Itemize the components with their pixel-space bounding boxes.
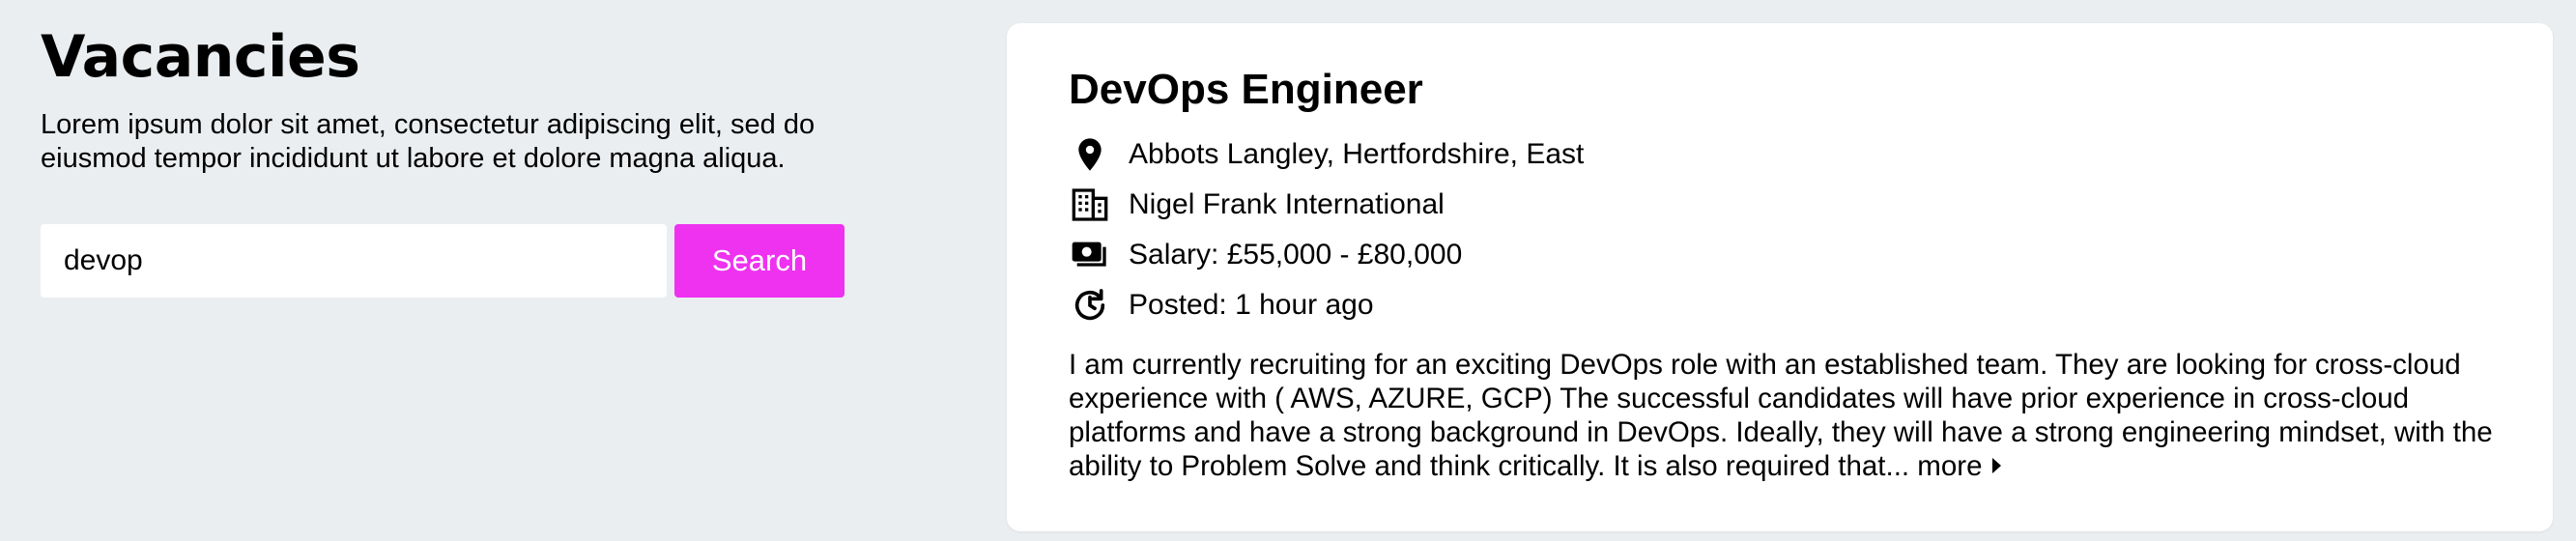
more-label: more bbox=[1917, 450, 1983, 482]
job-title[interactable]: DevOps Engineer bbox=[1069, 62, 2491, 118]
job-location-text: Abbots Langley, Hertfordshire, East bbox=[1129, 138, 1585, 170]
job-meta: Abbots Langley, Hertfordshire, East Nige… bbox=[1069, 129, 2491, 330]
job-card[interactable]: DevOps Engineer Abbots Langley, Hertford… bbox=[1007, 23, 2553, 531]
job-description-text: I am currently recruiting for an excitin… bbox=[1069, 349, 2493, 482]
caret-right-icon bbox=[1991, 458, 2001, 474]
building-icon bbox=[1069, 184, 1111, 226]
job-description: I am currently recruiting for an excitin… bbox=[1069, 348, 2499, 483]
page-title: Vacancies bbox=[41, 23, 360, 91]
map-pin-icon bbox=[1069, 133, 1111, 176]
job-salary: Salary: £55,000 - £80,000 bbox=[1069, 230, 2491, 280]
job-company: Nigel Frank International bbox=[1069, 180, 2491, 230]
clock-icon bbox=[1069, 284, 1111, 327]
more-link[interactable]: more bbox=[1917, 450, 2001, 482]
job-posted-text: Posted: 1 hour ago bbox=[1129, 289, 1374, 321]
job-salary-text: Salary: £55,000 - £80,000 bbox=[1129, 239, 1463, 270]
search-input[interactable] bbox=[41, 224, 667, 298]
job-company-text: Nigel Frank International bbox=[1129, 188, 1445, 220]
money-icon bbox=[1069, 234, 1111, 276]
search-panel: Vacancies Lorem ipsum dolor sit amet, co… bbox=[41, 19, 872, 298]
page-intro: Lorem ipsum dolor sit amet, consectetur … bbox=[41, 109, 816, 174]
search-form: Search bbox=[41, 224, 844, 298]
job-posted: Posted: 1 hour ago bbox=[1069, 280, 2491, 330]
search-button[interactable]: Search bbox=[674, 224, 844, 298]
job-location: Abbots Langley, Hertfordshire, East bbox=[1069, 129, 2491, 180]
